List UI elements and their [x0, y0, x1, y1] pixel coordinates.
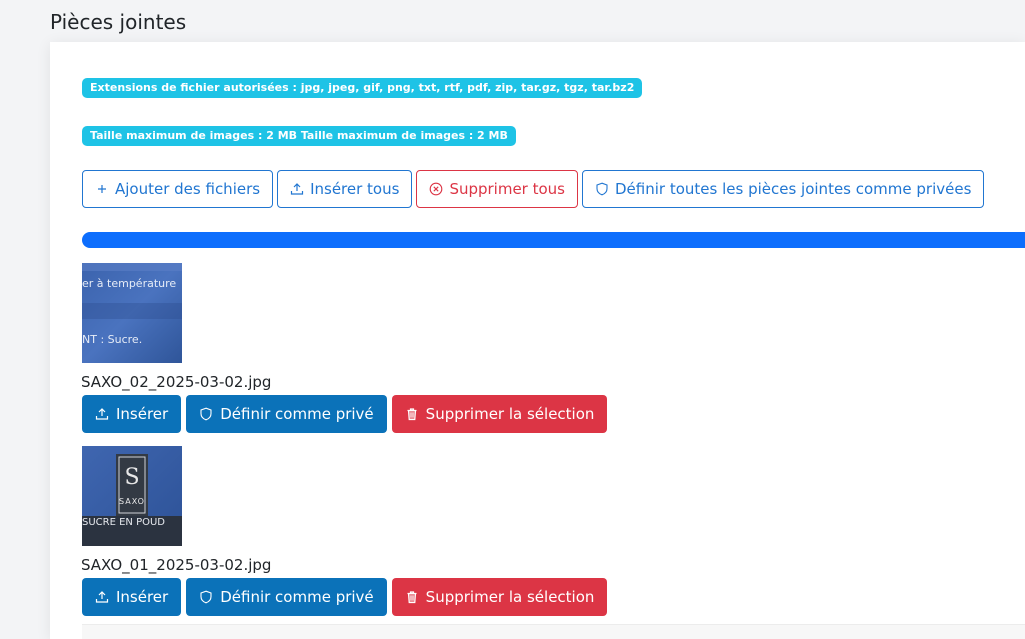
delete-selection-button[interactable]: Supprimer la sélection [391, 395, 608, 433]
delete-all-button[interactable]: Supprimer tous [416, 170, 578, 208]
thumb-logo: S [124, 465, 139, 490]
upload-progress-fill [82, 232, 1025, 248]
attachment-thumbnail[interactable]: er à température NT : Sucre. [82, 263, 182, 363]
attachment-filename: SAXO_02_2025-03-02.jpg [81, 373, 272, 391]
shield-icon [200, 407, 212, 421]
trash-icon [407, 591, 417, 604]
delete-selection-button[interactable]: Supprimer la sélection [391, 578, 608, 616]
delete-all-label: Supprimer tous [449, 180, 565, 198]
attachments-toolbar: Ajouter des fichiers Insérer tous Suppri… [82, 170, 985, 208]
upload-icon [95, 591, 109, 603]
attachment-filename: SAXO_01_2025-03-02.jpg [81, 556, 272, 574]
set-private-label: Définir comme privé [220, 405, 374, 423]
attachment-item: S SAXO SUCRE EN POUD SAXO_01_2025-03-02.… [81, 446, 608, 616]
upload-icon [95, 408, 109, 420]
shield-icon [200, 590, 212, 604]
delete-selection-label: Supprimer la sélection [425, 405, 595, 423]
attachment-actions: Insérer Définir comme privé Supprimer la… [82, 578, 608, 616]
insert-button[interactable]: Insérer [82, 578, 182, 616]
plus-icon [98, 185, 106, 193]
delete-selection-label: Supprimer la sélection [425, 588, 595, 606]
upload-icon [290, 183, 304, 195]
set-private-button[interactable]: Définir comme privé [186, 395, 387, 433]
set-private-label: Définir comme privé [220, 588, 374, 606]
set-all-private-button[interactable]: Définir toutes les pièces jointes comme … [582, 170, 985, 208]
insert-button[interactable]: Insérer [82, 395, 182, 433]
set-all-private-label: Définir toutes les pièces jointes comme … [615, 180, 972, 198]
insert-label: Insérer [116, 405, 169, 423]
add-files-label: Ajouter des fichiers [115, 180, 261, 198]
attachment-thumbnail[interactable]: S SAXO SUCRE EN POUD [82, 446, 182, 546]
thumb-text-line-1: er à température [82, 277, 176, 290]
attachment-item: er à température NT : Sucre. SAXO_02_202… [81, 263, 608, 433]
set-private-button[interactable]: Définir comme privé [186, 578, 387, 616]
insert-all-label: Insérer tous [310, 180, 400, 198]
attachment-actions: Insérer Définir comme privé Supprimer la… [82, 395, 608, 433]
insert-all-button[interactable]: Insérer tous [277, 170, 413, 208]
attachments-panel: Extensions de fichier autorisées : jpg, … [50, 42, 1025, 639]
section-title: Pièces jointes [50, 10, 187, 34]
thumb-brand: SAXO [119, 497, 145, 506]
max-size-badge: Taille maximum de images : 2 MB Taille m… [82, 126, 516, 146]
upload-progress-bar [82, 232, 1025, 248]
panel-footer [82, 624, 1025, 639]
thumb-text-line-2: NT : Sucre. [82, 333, 142, 346]
allowed-extensions-badge: Extensions de fichier autorisées : jpg, … [82, 78, 643, 98]
circle-x-icon [430, 182, 443, 196]
shield-icon [596, 182, 608, 196]
trash-icon [407, 408, 417, 421]
insert-label: Insérer [116, 588, 169, 606]
add-files-button[interactable]: Ajouter des fichiers [82, 170, 274, 208]
thumb-text: SUCRE EN POUD [82, 517, 165, 528]
